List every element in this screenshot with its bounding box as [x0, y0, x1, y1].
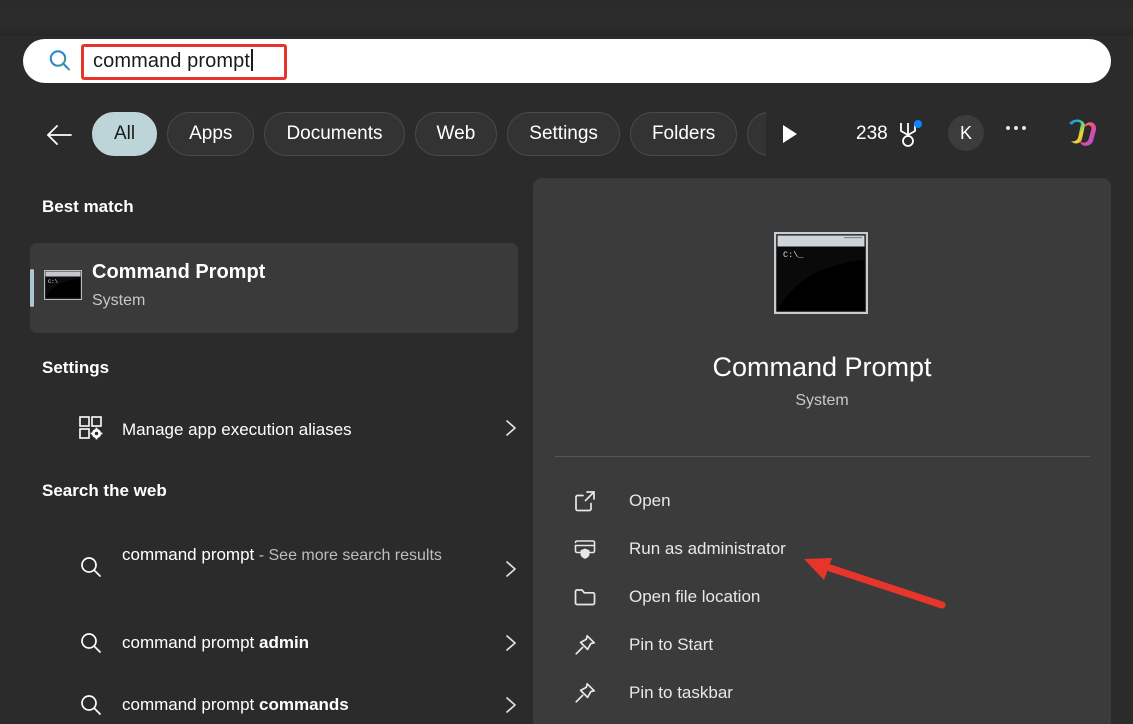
rewards-indicator[interactable]: 238: [856, 120, 921, 148]
search-input[interactable]: command prompt: [81, 43, 253, 79]
preview-divider: [555, 456, 1090, 457]
selection-indicator-bar: [30, 269, 34, 307]
top-ghost-band: [0, 0, 1133, 36]
web-result-query: command prompt: [122, 695, 259, 714]
more-options-icon[interactable]: [1006, 126, 1026, 130]
web-result-query: command prompt: [122, 633, 259, 652]
filter-pill-label: Folders: [652, 123, 715, 145]
copilot-icon[interactable]: [1061, 112, 1103, 154]
chevron-right-icon[interactable]: [504, 634, 518, 652]
windows-search-overlay: command prompt All Apps Documents Web Se…: [0, 0, 1133, 724]
chevron-right-icon[interactable]: [504, 696, 518, 714]
filter-pill-documents[interactable]: Documents: [264, 112, 404, 156]
shield-admin-icon: [573, 537, 597, 561]
action-label: Open: [629, 491, 671, 511]
search-the-web-heading: Search the web: [42, 481, 167, 501]
best-match-result-row[interactable]: [30, 243, 518, 333]
web-result-suffix: - See more search results: [254, 547, 442, 564]
preview-app-title: Command Prompt: [533, 352, 1111, 383]
filter-pill-all[interactable]: All: [92, 112, 157, 156]
action-pin-to-taskbar[interactable]: Pin to taskbar: [555, 673, 1075, 713]
svg-text:C:\_: C:\_: [783, 250, 804, 260]
back-arrow-icon[interactable]: [45, 122, 73, 148]
action-open[interactable]: Open: [555, 481, 1075, 521]
best-match-subtitle: System: [92, 292, 145, 310]
chevron-right-icon[interactable]: [504, 419, 518, 437]
app-alias-icon: [78, 415, 104, 441]
web-result-label: command prompt admin: [122, 628, 452, 658]
search-icon: [78, 630, 104, 656]
play-triangle-icon[interactable]: [780, 122, 800, 146]
filter-pill-apps[interactable]: Apps: [167, 112, 254, 156]
web-result-row[interactable]: command prompt commands: [30, 688, 518, 724]
search-bar[interactable]: command prompt: [23, 39, 1111, 83]
notification-badge-dot: [914, 120, 922, 128]
filter-pill-label: All: [114, 123, 135, 145]
preview-app-subtitle: System: [533, 392, 1111, 410]
web-result-bold-suffix: commands: [259, 695, 349, 714]
filter-pill-photos[interactable]: Ph: [747, 112, 766, 156]
folder-icon: [573, 585, 597, 609]
action-pin-to-start[interactable]: Pin to Start: [555, 625, 1075, 665]
filter-pill-web[interactable]: Web: [415, 112, 498, 156]
dot: [1006, 126, 1010, 130]
dot: [1014, 126, 1018, 130]
search-input-value: command prompt: [93, 50, 250, 72]
pin-icon: [573, 633, 597, 657]
action-label: Pin to Start: [629, 635, 713, 655]
filter-pill-bar[interactable]: All Apps Documents Web Settings Folders …: [92, 112, 766, 156]
web-result-query: command prompt: [122, 545, 254, 564]
search-input-wrapper[interactable]: command prompt: [81, 44, 253, 78]
annotation-arrow: [790, 548, 960, 618]
search-icon: [78, 692, 104, 718]
settings-result-label: Manage app execution aliases: [122, 415, 452, 445]
web-result-row[interactable]: command prompt admin: [30, 626, 518, 666]
action-label: Open file location: [629, 587, 760, 607]
filter-pill-label: Settings: [529, 123, 598, 145]
search-icon: [78, 554, 104, 580]
filter-pill-label: Web: [437, 123, 476, 145]
pin-icon: [573, 681, 597, 705]
chevron-right-icon[interactable]: [504, 560, 518, 578]
action-label: Pin to taskbar: [629, 683, 733, 703]
search-icon: [47, 48, 73, 74]
rewards-medal-icon: [895, 120, 921, 148]
filter-pill-settings[interactable]: Settings: [507, 112, 620, 156]
command-prompt-icon: C:\: [44, 270, 82, 300]
open-external-icon: [573, 489, 597, 513]
action-label: Run as administrator: [629, 539, 786, 559]
text-caret: [251, 49, 253, 71]
rewards-count: 238: [856, 123, 888, 145]
filter-pill-label: Documents: [286, 123, 382, 145]
command-prompt-icon-large: C:\_: [774, 232, 868, 314]
dot: [1022, 126, 1026, 130]
avatar-initial: K: [960, 123, 972, 144]
settings-heading: Settings: [42, 358, 109, 378]
svg-text:C:\: C:\: [48, 278, 58, 285]
best-match-heading: Best match: [42, 197, 134, 217]
best-match-title: Command Prompt: [92, 261, 265, 284]
web-result-label: command prompt commands: [122, 690, 452, 720]
web-result-row[interactable]: command prompt - See more search results: [30, 540, 518, 598]
web-result-label: command prompt - See more search results: [122, 540, 452, 570]
filter-pill-folders[interactable]: Folders: [630, 112, 737, 156]
web-result-bold-suffix: admin: [259, 633, 309, 652]
settings-result-row[interactable]: Manage app execution aliases: [30, 412, 518, 452]
filter-pill-label: Apps: [189, 123, 232, 145]
avatar[interactable]: K: [948, 115, 984, 151]
